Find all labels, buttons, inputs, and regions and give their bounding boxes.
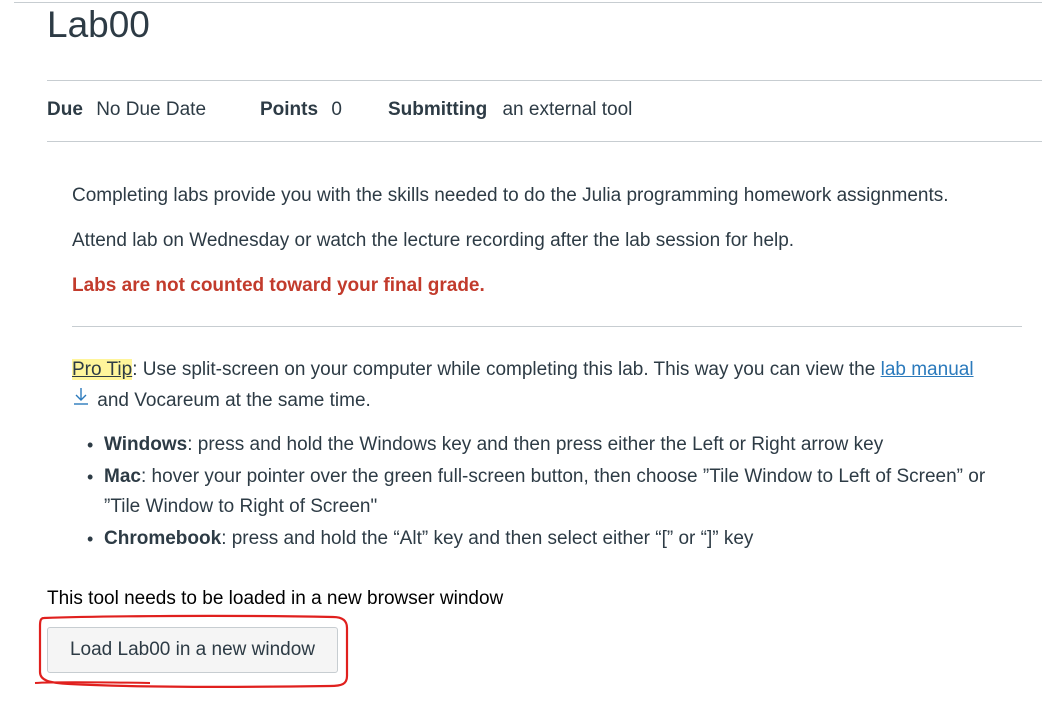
bullet-icon: •	[87, 467, 94, 487]
download-icon[interactable]	[72, 385, 92, 415]
due-group: Due No Due Date	[47, 98, 206, 122]
lab-manual-link[interactable]: lab manual	[881, 359, 974, 380]
list-item-title: Chromebook	[104, 528, 222, 549]
points-value: 0	[331, 99, 342, 120]
divider-top	[47, 80, 1042, 81]
pro-tip-text: Use split-screen on your computer while …	[137, 359, 881, 380]
list-item-text: : hover your pointer over the green full…	[104, 466, 986, 517]
load-in-new-window-button[interactable]: Load Lab00 in a new window	[47, 627, 338, 673]
submitting-group: Submitting an external tool	[388, 98, 632, 122]
assignment-page: Lab00 Due No Due Date Points 0 Submittin…	[0, 0, 1042, 711]
bullet-icon: •	[87, 435, 94, 455]
bullet-icon: •	[87, 529, 94, 549]
due-label: Due	[47, 99, 83, 120]
description-divider	[72, 326, 1022, 327]
description-paragraph-2: Attend lab on Wednesday or watch the lec…	[72, 230, 795, 251]
divider-bottom	[47, 141, 1042, 142]
submitting-value: an external tool	[502, 99, 633, 120]
external-tool-note: This tool needs to be loaded in a new br…	[47, 588, 504, 609]
list-item-title: Windows	[104, 434, 188, 455]
points-label: Points	[260, 99, 319, 120]
description-paragraph-1: Completing labs provide you with the ski…	[72, 185, 949, 206]
pro-tip: Pro Tip: Use split-screen on your comput…	[72, 355, 1022, 416]
pro-tip-label: Pro Tip	[72, 359, 133, 380]
grade-warning: Labs are not counted toward your final g…	[72, 275, 485, 296]
points-group: Points 0	[260, 98, 342, 122]
pro-tip-end: and Vocareum at the same time.	[92, 390, 371, 411]
page-title: Lab00	[47, 4, 150, 45]
due-value: No Due Date	[96, 99, 207, 120]
list-item: • Mac: hover your pointer over the green …	[87, 462, 1022, 522]
list-item: • Windows: press and hold the Windows key…	[87, 430, 1022, 460]
split-screen-instructions: • Windows: press and hold the Windows key…	[87, 430, 1022, 554]
list-item: • Chromebook: press and hold the “Alt” ke…	[87, 524, 1022, 554]
top-divider	[14, 2, 1042, 3]
list-item-text: : press and hold the “Alt” key and then …	[221, 528, 754, 549]
submitting-label: Submitting	[388, 99, 488, 120]
list-item-text: : press and hold the Windows key and the…	[187, 434, 884, 455]
list-item-title: Mac	[104, 466, 141, 487]
